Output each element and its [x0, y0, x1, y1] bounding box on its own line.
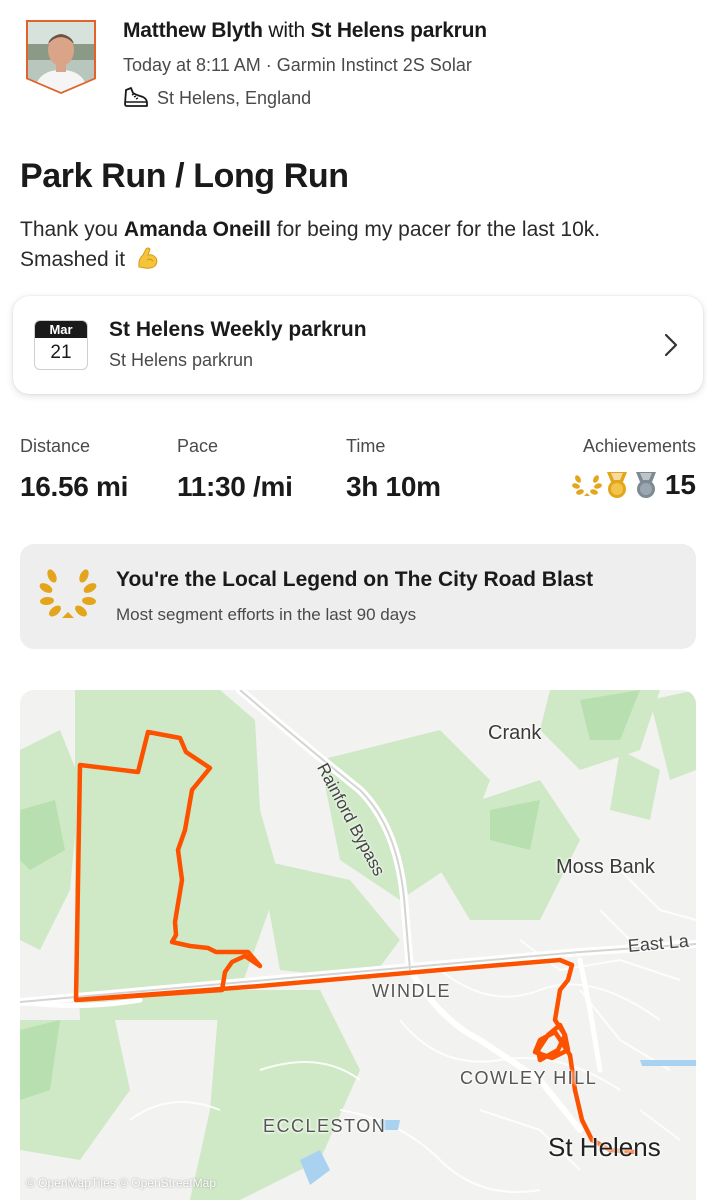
local-legend-title: You're the Local Legend on The City Road…: [116, 568, 594, 591]
silver-medal-icon: [635, 472, 656, 498]
activity-description: Thank you Amanda Oneill for being my pac…: [20, 215, 690, 275]
calendar-month: Mar: [35, 321, 87, 338]
location-text: St Helens, England: [157, 87, 312, 108]
description-part1: Thank you: [20, 218, 119, 241]
stat-label: Time: [346, 436, 386, 456]
event-subtitle: St Helens parkrun: [109, 350, 254, 370]
mentioned-athlete[interactable]: Amanda Oneill: [124, 218, 271, 241]
map-label-crank: Crank: [488, 722, 542, 744]
activity-header: Matthew Blyth with St Helens parkrun Tod…: [0, 0, 707, 130]
stat-label: Achievements: [582, 436, 696, 456]
laurel-icon: [571, 475, 602, 496]
description-part3: Smashed it: [20, 248, 126, 271]
event-card[interactable]: Mar 21 St Helens Weekly parkrun St Helen…: [13, 296, 703, 394]
route-map[interactable]: Crank Rainford Bypass Moss Bank East La …: [20, 690, 696, 1200]
description-part2: for being my pacer for the last 10k.: [276, 218, 601, 241]
map-label-windle: WINDLE: [372, 981, 452, 1001]
stat-value: 11:30 /mi: [177, 471, 293, 502]
athlete-line: Matthew Blyth with St Helens parkrun: [123, 19, 487, 43]
avatar[interactable]: [26, 20, 96, 94]
stat-value: 16.56 mi: [20, 471, 129, 502]
achievement-count: 15: [664, 469, 696, 500]
map-label-eccleston: ECCLESTON: [263, 1116, 387, 1136]
stat-pace: Pace 11:30 /mi: [177, 436, 293, 503]
stat-label: Pace: [177, 436, 219, 456]
map-label-cowley-hill: COWLEY HILL: [460, 1068, 598, 1088]
stat-value: 3h 10m: [346, 471, 441, 502]
stat-distance: Distance 16.56 mi: [20, 436, 128, 503]
flexed-biceps-icon: [138, 247, 158, 269]
club-name[interactable]: St Helens parkrun: [311, 19, 488, 42]
stat-achievements[interactable]: Achievements 15: [571, 436, 696, 501]
local-legend-laurel-icon: [39, 569, 97, 618]
achievement-icons: 15: [571, 469, 696, 501]
calendar-icon: Mar 21: [34, 320, 88, 370]
stat-time: Time 3h 10m: [346, 436, 441, 503]
event-title: St Helens Weekly parkrun: [109, 318, 367, 341]
local-legend-card[interactable]: You're the Local Legend on The City Road…: [20, 544, 696, 649]
with-text: with: [268, 19, 305, 42]
map-attribution[interactable]: © OpenMapTiles © OpenStreetMap: [26, 1176, 216, 1190]
activity-location: St Helens, England: [123, 86, 311, 110]
local-legend-subtitle: Most segment efforts in the last 90 days: [116, 605, 417, 624]
gold-medal-icon: [606, 472, 627, 498]
chevron-right-icon: [664, 333, 678, 357]
calendar-day: 21: [50, 342, 72, 363]
map-label-st-helens: St Helens: [548, 1132, 661, 1162]
map-label-moss-bank: Moss Bank: [556, 856, 655, 878]
stat-label: Distance: [20, 436, 91, 456]
activity-meta: Today at 8:11 AM · Garmin Instinct 2S So…: [123, 55, 472, 75]
activity-title: Park Run / Long Run: [20, 157, 349, 195]
shoe-icon: [124, 87, 148, 107]
athlete-name[interactable]: Matthew Blyth: [123, 19, 263, 42]
